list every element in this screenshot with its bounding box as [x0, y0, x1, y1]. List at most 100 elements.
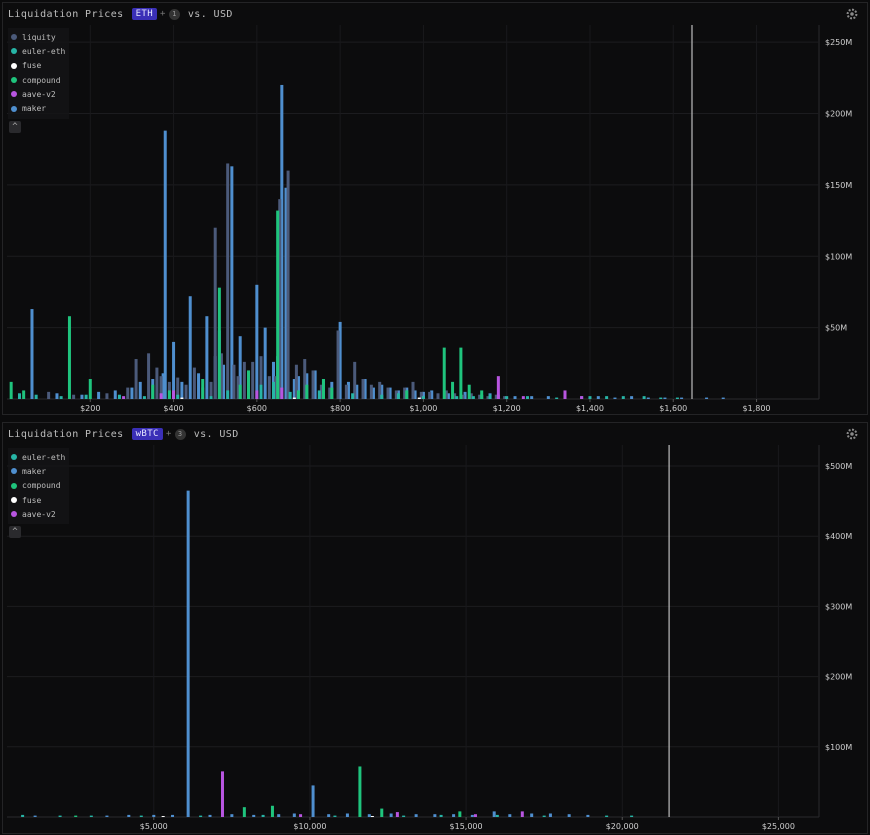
legend-item-compound[interactable]: compound — [11, 73, 65, 87]
bar-compound — [201, 379, 205, 399]
bar-euler-eth — [471, 396, 475, 399]
bar-maker — [163, 130, 167, 399]
collapse-legend-button[interactable]: ^ — [9, 526, 21, 538]
legend-label: fuse — [22, 495, 42, 505]
bar-maker — [721, 397, 725, 399]
bar-compound — [67, 316, 71, 399]
bar-euler-eth — [139, 815, 143, 817]
bar-compound — [458, 811, 462, 817]
bar-compound — [270, 805, 274, 817]
bar-euler-eth — [402, 815, 406, 817]
token-chip[interactable]: wBTC — [131, 428, 163, 440]
legend-item-euler-eth[interactable]: euler-eth — [11, 450, 65, 464]
legend-dot — [11, 497, 17, 504]
bar-compound — [276, 210, 280, 399]
bar-euler-eth — [439, 814, 443, 817]
bar-liquity — [411, 381, 415, 399]
bar-aave-v2 — [280, 387, 284, 399]
bar-maker — [530, 396, 534, 399]
collapse-legend-button[interactable]: ^ — [9, 121, 21, 133]
x-tick-label: $800 — [330, 404, 350, 413]
quote-currency: vs. USD — [187, 8, 233, 20]
bar-liquity — [226, 163, 230, 399]
bar-compound — [380, 808, 384, 817]
bar-liquity — [105, 393, 109, 399]
bar-compound — [405, 390, 409, 399]
legend-item-fuse[interactable]: fuse — [11, 59, 65, 73]
bar-maker — [452, 814, 456, 817]
gear-icon[interactable] — [845, 7, 859, 21]
bar-compound — [480, 390, 484, 399]
panel-title: Liquidation Prices — [8, 8, 124, 20]
legend-item-maker[interactable]: maker — [11, 101, 65, 115]
bar-euler-eth — [142, 396, 146, 399]
legend-dot — [11, 454, 17, 461]
bar-maker — [188, 296, 192, 399]
legend-dot — [11, 91, 17, 98]
bar-maker — [680, 397, 684, 399]
token-chip[interactable]: ETH — [131, 8, 158, 20]
bar-liquity — [134, 359, 138, 399]
bar-maker — [263, 327, 267, 399]
gear-icon[interactable] — [845, 427, 859, 441]
bar-euler-eth — [226, 390, 230, 399]
legend-dot — [11, 482, 17, 489]
x-tick-label: $1,600 — [659, 404, 687, 413]
bar-euler-eth — [89, 815, 93, 817]
bar-aave-v2 — [473, 814, 477, 817]
bar-fuse — [370, 816, 374, 817]
legend-item-fuse[interactable]: fuse — [11, 493, 65, 507]
add-token-icon[interactable]: + — [166, 429, 172, 439]
bar-maker — [138, 381, 142, 399]
bar-fuse — [180, 397, 184, 399]
bar-maker — [130, 387, 134, 399]
bar-liquity — [192, 367, 196, 399]
wbtc-liquidation-chart: $100M $200M $300M $400M $500M $5,000 $10,000 $1… — [7, 445, 852, 831]
bar-aave-v2 — [563, 390, 567, 399]
bar-euler-eth — [675, 397, 679, 399]
bar-compound — [330, 387, 334, 399]
add-token-icon[interactable]: + — [160, 9, 166, 19]
x-tick-label: $20,000 — [606, 822, 639, 831]
legend-item-maker[interactable]: maker — [11, 464, 65, 478]
token-count-badge: 3 — [174, 428, 186, 440]
bar-compound — [217, 287, 221, 399]
bar-aave-v2 — [395, 812, 399, 817]
legend-dot — [11, 62, 17, 69]
bar-maker — [55, 393, 59, 399]
bar-liquity — [47, 391, 51, 399]
legend-dot — [11, 105, 17, 112]
legend-label: liquity — [22, 32, 56, 42]
bar-maker — [546, 396, 550, 399]
bar-maker — [345, 813, 349, 817]
bar-liquity — [232, 364, 236, 399]
bar-euler-eth — [488, 394, 492, 399]
bar-maker — [663, 397, 667, 399]
legend-item-aave-v2[interactable]: aave-v2 — [11, 87, 65, 101]
bar-maker — [513, 396, 517, 399]
bar-liquity — [213, 227, 217, 399]
legend-item-liquity[interactable]: liquity — [11, 30, 65, 44]
bar-maker — [567, 814, 571, 817]
legend-label: aave-v2 — [22, 89, 56, 99]
token-count-badge: 1 — [168, 8, 180, 20]
legend-item-euler-eth[interactable]: euler-eth — [11, 44, 65, 58]
bar-maker — [230, 166, 234, 399]
legend-item-aave-v2[interactable]: aave-v2 — [11, 507, 65, 521]
bar-maker — [197, 373, 201, 399]
bar-euler-eth — [351, 393, 355, 399]
bar-maker — [277, 814, 281, 817]
bar-maker — [548, 813, 552, 817]
legend-label: aave-v2 — [22, 509, 56, 519]
legend-dot — [11, 48, 17, 55]
bar-compound — [238, 384, 242, 399]
bar-maker — [205, 316, 209, 399]
bar-liquity — [336, 330, 340, 399]
x-tick-label: $1,800 — [743, 404, 771, 413]
legend-label: compound — [22, 481, 61, 491]
legend-label: maker — [22, 104, 47, 114]
bar-euler-eth — [396, 393, 400, 399]
legend-item-compound[interactable]: compound — [11, 479, 65, 493]
bar-liquity — [436, 393, 440, 399]
bar-compound — [22, 390, 26, 399]
